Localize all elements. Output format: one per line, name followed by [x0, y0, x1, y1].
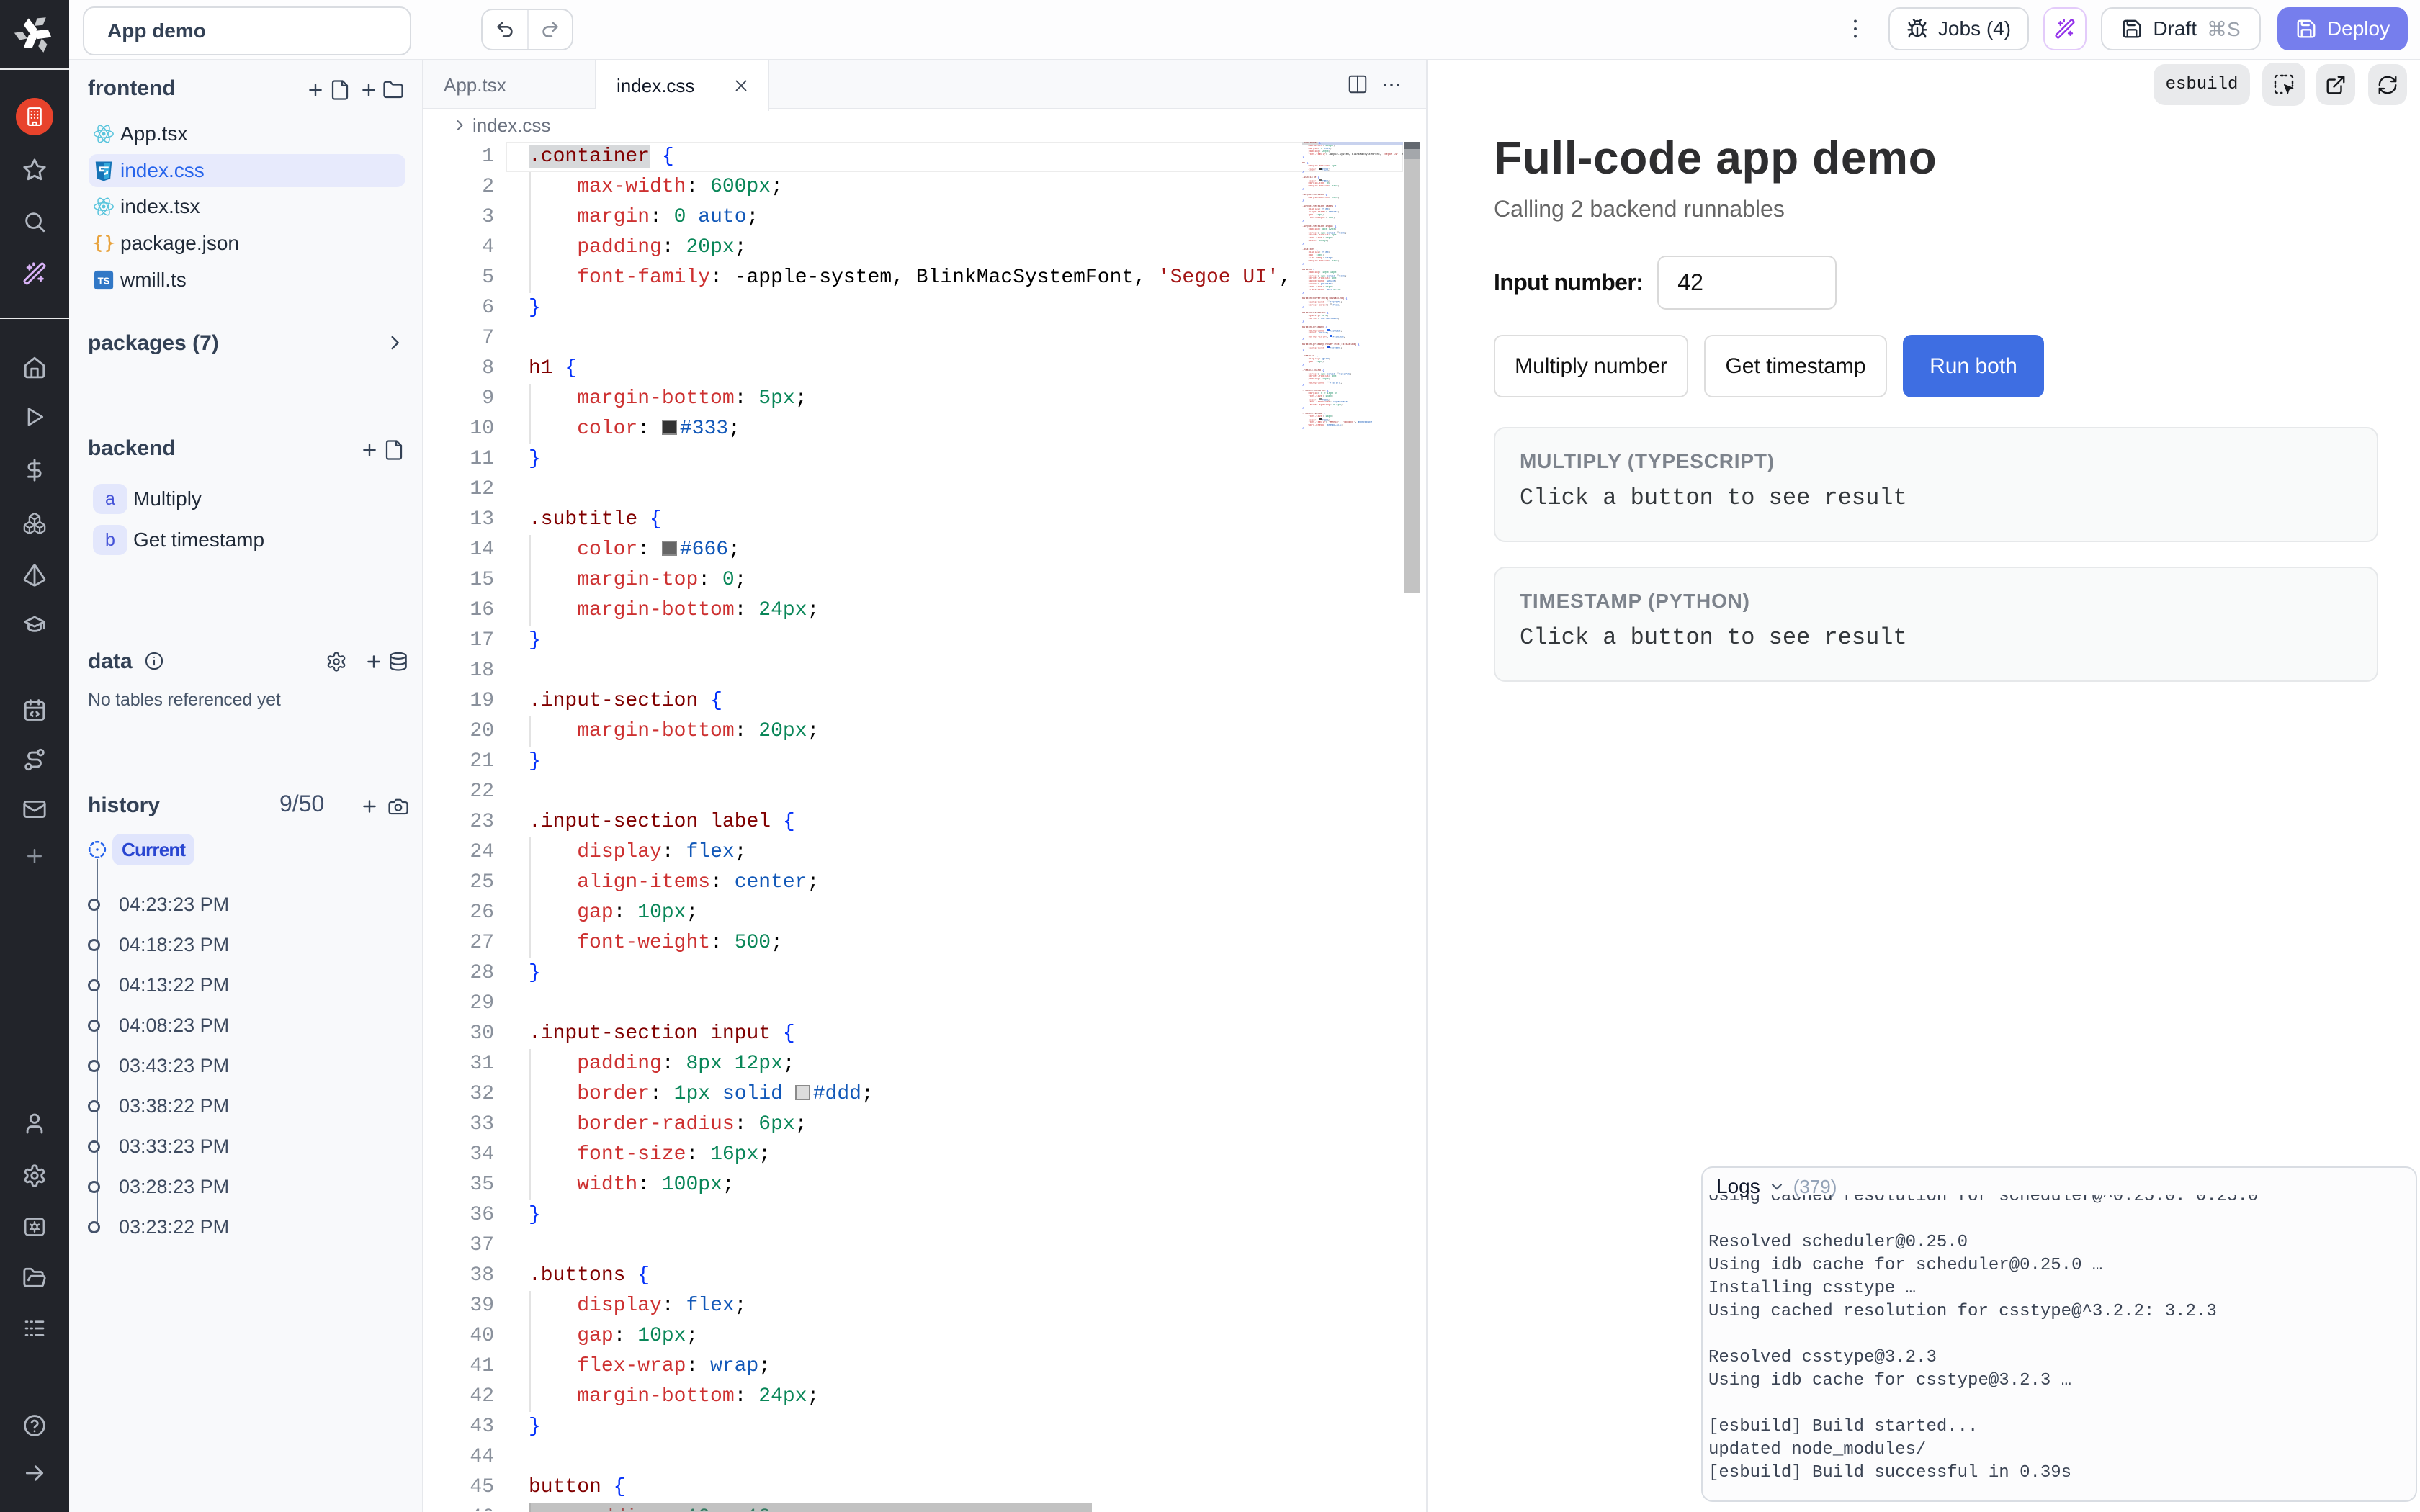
svg-text:TS: TS — [98, 275, 110, 286]
